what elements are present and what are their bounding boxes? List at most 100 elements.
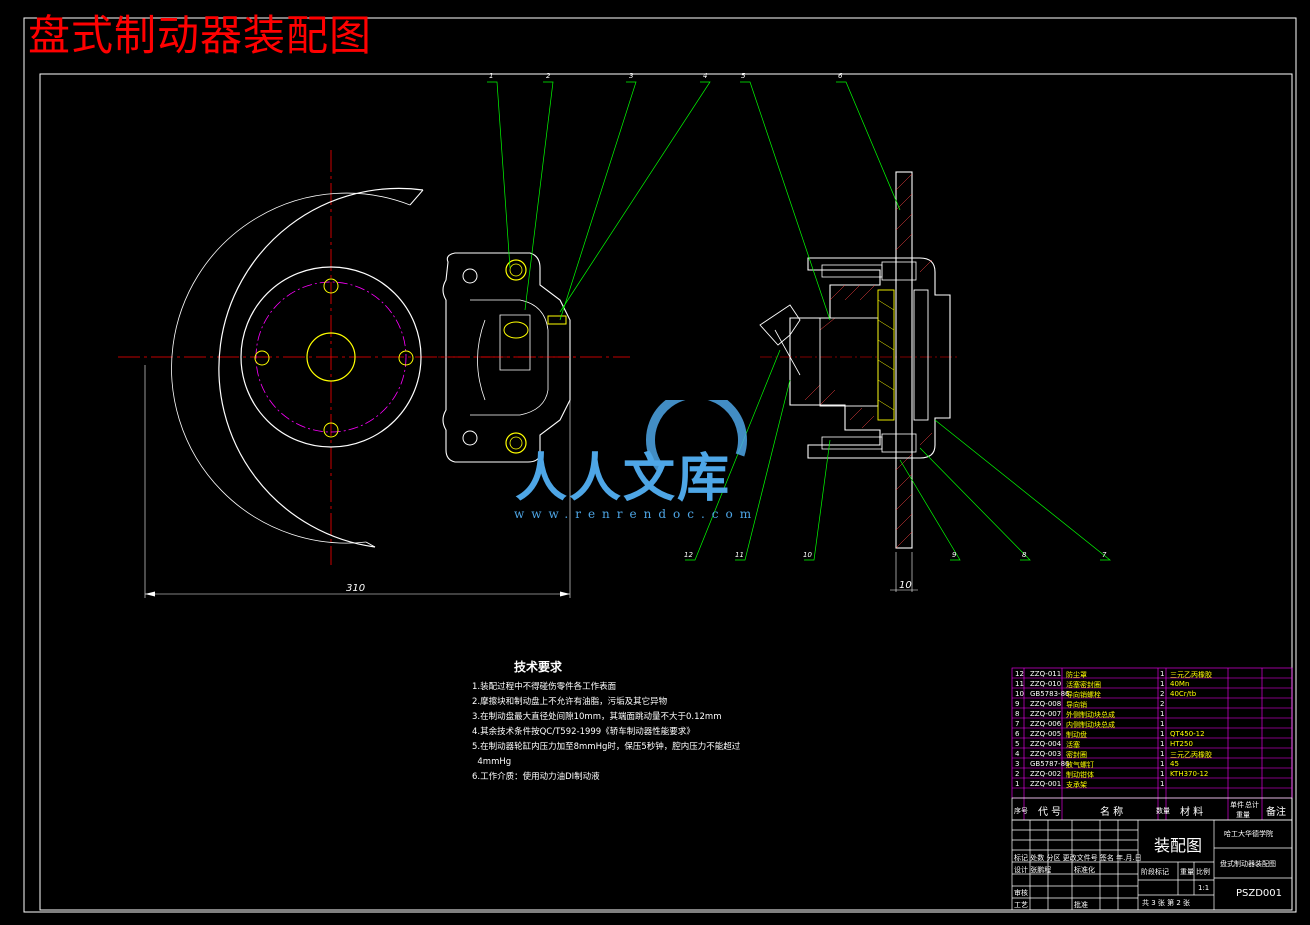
parts-cell-name: 导向销螺栓 — [1066, 691, 1101, 699]
parts-cell-material: 三元乙丙橡胶 — [1170, 671, 1212, 679]
callout-10: 10 — [803, 551, 812, 559]
parts-cell-code: ZZQ-008 — [1030, 700, 1062, 708]
parts-cell-no: 9 — [1015, 700, 1020, 708]
parts-cell-qty: 1 — [1160, 760, 1165, 768]
tech-item: 2.摩擦块和制动盘上不允许有油脂，污垢及其它异物 — [472, 697, 668, 707]
callout-11: 11 — [735, 551, 744, 559]
parts-header-total: 总计 — [1245, 801, 1259, 809]
parts-cell-qty: 1 — [1160, 770, 1165, 778]
parts-header-remark: 备注 — [1266, 807, 1286, 818]
callout-8: 8 — [1022, 551, 1027, 559]
parts-cell-qty: 2 — [1160, 690, 1165, 698]
parts-cell-qty: 1 — [1160, 780, 1165, 788]
parts-cell-name: 防尘罩 — [1066, 671, 1087, 679]
callout-6: 6 — [838, 72, 843, 80]
parts-cell-qty: 1 — [1160, 750, 1165, 758]
parts-cell-material: KTH370-12 — [1170, 770, 1209, 778]
drawing-title: 盘式制动器装配图 — [28, 11, 373, 60]
callout-5: 5 — [741, 72, 746, 80]
stage-label: 阶段标记 — [1141, 868, 1169, 876]
drawing-number: PSZD001 — [1236, 888, 1283, 899]
approve-label: 批准 — [1074, 901, 1088, 909]
drawing-type: 装配图 — [1154, 836, 1203, 855]
tech-item: 4mmHg — [472, 757, 512, 767]
parts-cell-qty: 1 — [1160, 720, 1165, 728]
outer-pad — [913, 289, 929, 421]
parts-cell-code: ZZQ-002 — [1030, 770, 1062, 778]
parts-cell-name: 外侧制动块总成 — [1066, 711, 1115, 719]
parts-cell-code: ZZQ-007 — [1030, 710, 1062, 718]
parts-cell-no: 7 — [1015, 720, 1020, 728]
scale-label: 比例 — [1196, 868, 1210, 876]
tech-item: 5.在制动器轮缸内压力加至8mmHg时，保压5秒钟，腔内压力不能超过 — [472, 742, 741, 752]
parts-cell-no: 10 — [1015, 690, 1024, 698]
parts-cell-name: 制动钳体 — [1066, 771, 1094, 779]
parts-cell-no: 12 — [1015, 670, 1024, 678]
parts-cell-material: QT450-12 — [1170, 730, 1205, 738]
callout-1: 1 — [489, 72, 494, 80]
parts-cell-no: 5 — [1015, 740, 1020, 748]
parts-cell-material: 40Cr/tb — [1170, 690, 1197, 698]
parts-header-name: 名 称 — [1100, 807, 1124, 818]
standard-label: 标准化 — [1074, 866, 1095, 874]
parts-cell-name: 活塞密封圈 — [1066, 681, 1101, 689]
review-label: 审核 — [1014, 889, 1028, 897]
parts-cell-qty: 1 — [1160, 670, 1165, 678]
parts-cell-no: 1 — [1015, 780, 1020, 788]
parts-cell-name: 活塞 — [1066, 741, 1080, 749]
tech-item: 3.在制动盘最大直径处间隙10mm，其端面跳动量不大于0.12mm — [472, 712, 722, 722]
parts-cell-name: 制动盘 — [1066, 731, 1087, 739]
callout-7: 7 — [1102, 551, 1107, 559]
weight-label: 重量 — [1180, 868, 1194, 876]
disc-outline — [218, 187, 424, 548]
disc-section — [895, 171, 913, 549]
parts-cell-name: 密封圈 — [1066, 751, 1087, 759]
school-name: 哈工大华德学院 — [1224, 830, 1273, 838]
inner-pad — [877, 289, 895, 421]
parts-cell-code: GB5787-86 — [1030, 760, 1070, 768]
technical-requirements: 技术要求 1.装配过程中不得碰伤零件各工作表面 2.摩擦块和制动盘上不允许有油脂… — [472, 658, 740, 786]
sheet-info: 共 3 张 第 2 张 — [1142, 899, 1191, 907]
parts-cell-no: 4 — [1015, 750, 1020, 758]
parts-cell-no: 11 — [1015, 680, 1024, 688]
callout-12: 12 — [684, 551, 693, 559]
parts-cell-code: ZZQ-005 — [1030, 730, 1062, 738]
parts-cell-no: 6 — [1015, 730, 1020, 738]
parts-cell-material: HT250 — [1170, 740, 1193, 748]
dimension-10: 10 — [899, 580, 912, 591]
callout-2: 2 — [546, 72, 551, 80]
parts-cell-code: GB5783-86 — [1030, 690, 1070, 698]
tech-item: 4.其余技术条件按QC/T592-1999《轿车制动器性能要求》 — [472, 727, 695, 737]
parts-cell-code: ZZQ-011 — [1030, 670, 1062, 678]
parts-header-qty: 数量 — [1156, 807, 1170, 815]
parts-cell-no: 2 — [1015, 770, 1020, 778]
parts-cell-code: ZZQ-010 — [1030, 680, 1062, 688]
parts-cell-material: 三元乙丙橡胶 — [1170, 751, 1212, 759]
parts-cell-name: 放气螺钉 — [1066, 761, 1094, 769]
front-view — [118, 150, 630, 598]
parts-cell-code: ZZQ-006 — [1030, 720, 1062, 728]
parts-cell-name: 支承架 — [1066, 781, 1087, 789]
watermark-brand: 人人文库 — [515, 449, 732, 509]
callout-3: 3 — [629, 72, 634, 80]
parts-cell-qty: 2 — [1160, 700, 1165, 708]
callout-4: 4 — [703, 72, 708, 80]
parts-cell-name: 导向销 — [1066, 701, 1087, 709]
mark-row: 标记 处数 分区 更改文件号 签名 年.月.日 — [1014, 854, 1142, 862]
process-label: 工艺 — [1014, 901, 1028, 909]
tech-item: 1.装配过程中不得碰伤零件各工作表面 — [472, 682, 617, 692]
tech-item: 6.工作介质：使用动力油DI制动液 — [472, 772, 600, 782]
caliper-section — [789, 257, 951, 459]
watermark-url: www.renrendoc.com — [514, 507, 759, 521]
piston — [819, 317, 879, 407]
callout-9: 9 — [952, 551, 957, 559]
parts-cell-material: 45 — [1170, 760, 1179, 768]
parts-cell-qty: 1 — [1160, 680, 1165, 688]
scale-value: 1:1 — [1198, 884, 1210, 892]
design-row: 设计 张鹏程 — [1014, 866, 1052, 874]
parts-header-weight: 重量 — [1236, 811, 1250, 819]
tech-heading: 技术要求 — [514, 660, 563, 674]
parts-cell-no: 8 — [1015, 710, 1020, 718]
parts-header-no: 序号 — [1014, 807, 1028, 815]
parts-cell-code: ZZQ-001 — [1030, 780, 1062, 788]
